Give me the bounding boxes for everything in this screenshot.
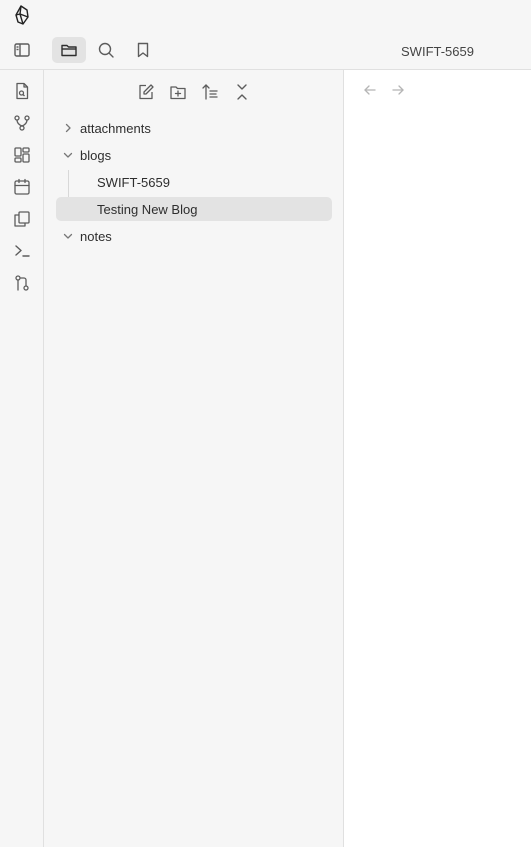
- folder-blogs[interactable]: blogs: [56, 143, 332, 167]
- file-explorer: attachments blogs SWIFT-5659 Testing New…: [44, 70, 344, 847]
- title-bar: SWIFT-5659: [0, 0, 531, 70]
- chevron-down-icon: [62, 149, 74, 161]
- folder-attachments[interactable]: attachments: [56, 116, 332, 140]
- quick-switcher-button[interactable]: [11, 80, 33, 102]
- sidebar-toggle-button[interactable]: [5, 37, 39, 63]
- sort-button[interactable]: [199, 81, 221, 103]
- file-explorer-actions: [44, 81, 344, 103]
- back-button[interactable]: [362, 82, 378, 98]
- active-tab-title[interactable]: SWIFT-5659: [344, 44, 531, 59]
- obsidian-logo-icon: [12, 4, 32, 26]
- file-testing-new-blog[interactable]: Testing New Blog: [56, 197, 332, 221]
- editor-pane[interactable]: [344, 70, 531, 847]
- file-swift-5659[interactable]: SWIFT-5659: [56, 170, 332, 194]
- canvas-button[interactable]: [11, 144, 33, 166]
- ribbon: [0, 70, 44, 847]
- folder-label: notes: [80, 228, 112, 244]
- folder-notes[interactable]: notes: [56, 224, 332, 248]
- graph-view-button[interactable]: [11, 112, 33, 134]
- collapse-all-button[interactable]: [231, 81, 253, 103]
- templates-button[interactable]: [11, 208, 33, 230]
- tab-files[interactable]: [52, 37, 86, 63]
- command-palette-button[interactable]: [11, 240, 33, 262]
- git-button[interactable]: [11, 272, 33, 294]
- file-label: Testing New Blog: [97, 201, 198, 217]
- daily-note-button[interactable]: [11, 176, 33, 198]
- folder-label: attachments: [80, 120, 151, 136]
- chevron-right-icon: [62, 122, 74, 134]
- chevron-down-icon: [62, 230, 74, 242]
- forward-button[interactable]: [390, 82, 406, 98]
- new-note-button[interactable]: [135, 81, 157, 103]
- tab-bookmarks[interactable]: [126, 37, 160, 63]
- tab-search[interactable]: [89, 37, 123, 63]
- new-folder-button[interactable]: [167, 81, 189, 103]
- folder-label: blogs: [80, 147, 112, 163]
- file-label: SWIFT-5659: [97, 174, 170, 190]
